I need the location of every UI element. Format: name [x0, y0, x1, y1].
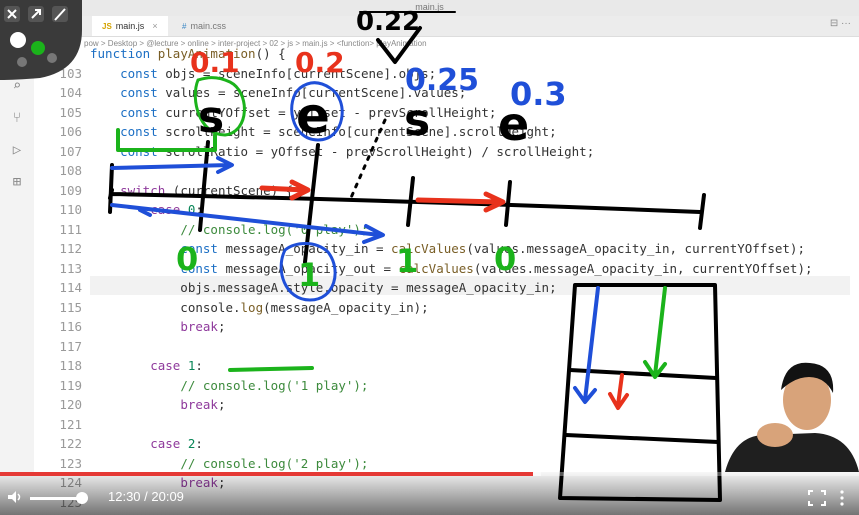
annotation-axis-1: 1 [298, 256, 320, 294]
timeline-tick [504, 180, 512, 227]
annotation-letter-e2: e [498, 97, 529, 151]
annotation-mark-1: 0.1 [190, 46, 240, 79]
presenter-webcam [725, 362, 859, 472]
box-divider [568, 368, 718, 380]
volume-icon[interactable] [6, 488, 24, 506]
annotation-mark-2: 0.2 [295, 46, 345, 79]
red-arrow [259, 179, 311, 201]
annotation-top-value: 0.22 [356, 7, 420, 37]
eraser-icon[interactable] [47, 53, 57, 63]
dotted-guide [348, 118, 387, 202]
more-options-icon[interactable] [838, 490, 846, 506]
blue-arrow [110, 156, 234, 174]
green-underline [228, 366, 314, 372]
settings-icon[interactable] [17, 57, 27, 67]
annotation-letter-s2: s [404, 95, 430, 146]
progress-played[interactable] [0, 472, 533, 476]
annotation-axis-3: 0 [494, 240, 516, 278]
blue-arrow [110, 203, 385, 244]
time-display: 12:30 / 20:09 [108, 489, 184, 504]
annotation-letter-e1: e [296, 87, 330, 145]
volume-level [30, 497, 83, 500]
timeline-tick [698, 193, 706, 230]
annotation-axis-0: 0 [176, 240, 198, 278]
blue-arrow [573, 286, 600, 404]
green-arrow [643, 286, 667, 379]
pen-toolbox[interactable] [0, 0, 82, 80]
annotation-mark-3: 0.25 [405, 63, 479, 98]
green-pen-icon[interactable] [31, 41, 45, 55]
box-divider [564, 433, 720, 444]
pen-tip-icon[interactable] [10, 32, 26, 48]
red-arrow [415, 191, 506, 213]
timeline-line [108, 188, 702, 214]
progress-buffered [532, 472, 542, 476]
annotation-axis-2: 1 [396, 242, 418, 280]
timeline-tick [406, 176, 415, 227]
fullscreen-icon[interactable] [808, 490, 826, 506]
annotation-letter-s1: s [198, 92, 224, 143]
red-arrow [608, 373, 629, 410]
